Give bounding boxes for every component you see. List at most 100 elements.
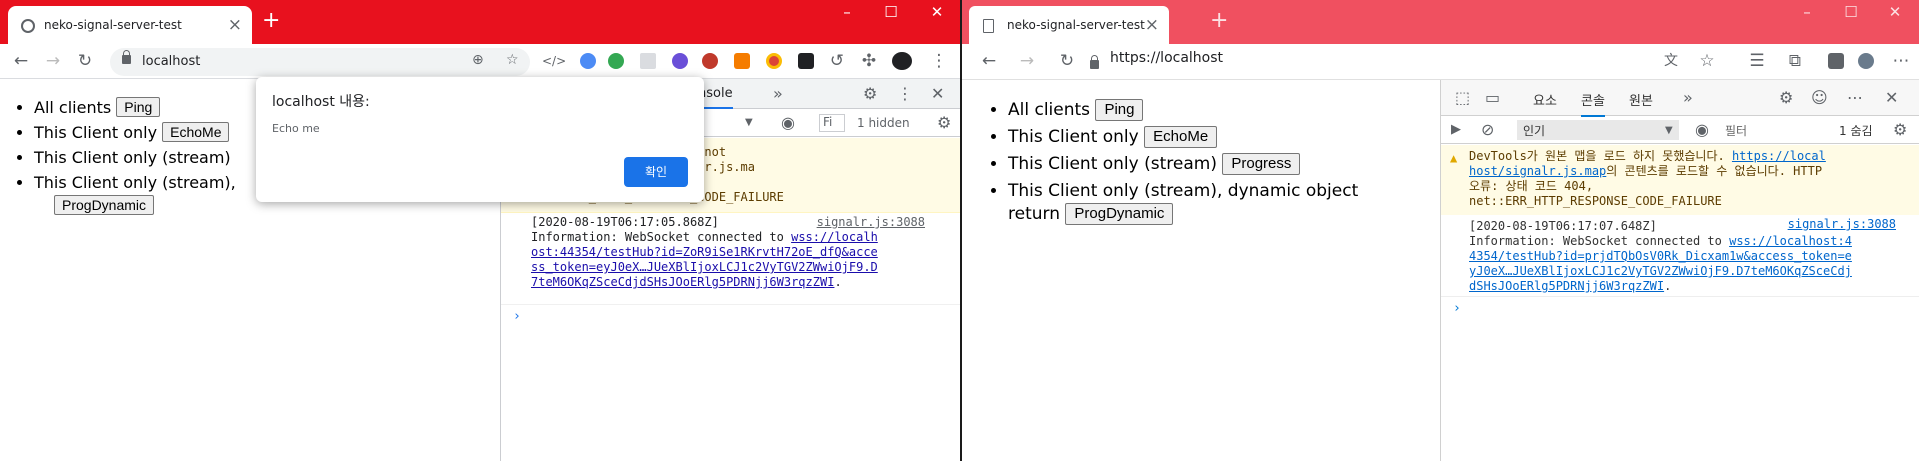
menu-dots-icon[interactable]: ⋯ bbox=[1847, 89, 1863, 107]
console-messages: ▲ DevTools가 원본 맵을 로드 하지 못했습니다. https://lo… bbox=[1441, 145, 1919, 320]
edge-window: neko-signal-server-test × + – ☐ ✕ ← → ↻ … bbox=[962, 0, 1919, 461]
forward-icon[interactable]: → bbox=[42, 50, 64, 72]
progdynamic-button[interactable]: ProgDynamic bbox=[54, 195, 155, 215]
maximize-button[interactable]: ☐ bbox=[876, 2, 906, 22]
log-source-link[interactable]: signalr.js:3088 bbox=[817, 215, 925, 230]
bookmark-star-icon[interactable]: ☆ bbox=[506, 52, 519, 68]
maximize-button[interactable]: ☐ bbox=[1836, 2, 1866, 22]
back-icon[interactable]: ← bbox=[978, 50, 1000, 72]
console-prompt[interactable]: › bbox=[1441, 297, 1919, 320]
close-window-button[interactable]: ✕ bbox=[922, 2, 952, 22]
list-item: This Client only (stream) Progress bbox=[1008, 153, 1388, 176]
translate-icon[interactable]: ⽂ bbox=[1660, 50, 1682, 72]
progdynamic-button[interactable]: ProgDynamic bbox=[1065, 203, 1174, 225]
close-tab-icon[interactable]: × bbox=[1145, 15, 1159, 35]
close-tab-icon[interactable]: × bbox=[228, 15, 242, 35]
github-icon[interactable] bbox=[798, 53, 814, 69]
url-text[interactable]: https://localhost bbox=[1110, 50, 1223, 66]
gear-icon[interactable]: ⚙ bbox=[937, 114, 951, 132]
minimize-button[interactable]: – bbox=[832, 2, 862, 22]
forward-icon[interactable]: → bbox=[1016, 50, 1038, 72]
log-level-select[interactable]: 인기 bbox=[1517, 120, 1679, 140]
chrome-tab-strip: neko-signal-server-test × + – ☐ ✕ bbox=[0, 0, 960, 44]
close-icon[interactable]: ✕ bbox=[931, 85, 944, 103]
tab-sources[interactable]: 원본 bbox=[1629, 90, 1653, 109]
ping-button[interactable]: Ping bbox=[116, 97, 161, 117]
collections-icon[interactable]: ⧉ bbox=[1784, 50, 1806, 72]
extension-icon[interactable] bbox=[608, 53, 624, 69]
feedback-icon[interactable]: ☺ bbox=[1811, 89, 1828, 107]
warning-text: DevTools가 원본 맵을 로드 하지 못했습니다. bbox=[1469, 149, 1732, 163]
tab-console[interactable]: 콘솔 bbox=[1581, 90, 1605, 117]
clear-console-icon[interactable]: ⊘ bbox=[1481, 121, 1494, 139]
reload-icon[interactable]: ↻ bbox=[74, 50, 96, 72]
list-item: This Client only (stream), bbox=[34, 172, 236, 197]
console-warning: ▲ DevTools가 원본 맵을 로드 하지 못했습니다. https://lo… bbox=[1441, 145, 1919, 215]
back-icon[interactable]: ← bbox=[10, 50, 32, 72]
zoom-icon[interactable]: ⊕ bbox=[472, 52, 484, 68]
more-tabs-icon[interactable]: » bbox=[773, 85, 783, 103]
tab-title: neko-signal-server-test bbox=[1007, 18, 1145, 32]
console-prompt[interactable]: › bbox=[501, 305, 960, 328]
minimize-button[interactable]: – bbox=[1792, 2, 1822, 22]
item-label: This Client only bbox=[34, 123, 158, 142]
browser-tab[interactable]: neko-signal-server-test × bbox=[8, 6, 252, 44]
dialog-ok-button[interactable]: 확인 bbox=[624, 157, 688, 187]
more-tabs-icon[interactable]: » bbox=[1683, 89, 1693, 107]
log-source-link[interactable]: signalr.js:3088 bbox=[1788, 217, 1896, 232]
dialog-message: Echo me bbox=[272, 122, 320, 135]
gear-icon[interactable]: ⚙ bbox=[1779, 89, 1793, 107]
tab-elements[interactable]: 요소 bbox=[1533, 90, 1557, 109]
list-item: All clients Ping bbox=[1008, 99, 1388, 122]
echome-button[interactable]: EchoMe bbox=[162, 122, 230, 142]
extension-icon[interactable] bbox=[702, 53, 718, 69]
close-icon[interactable]: ✕ bbox=[1885, 89, 1898, 107]
favorites-list-icon[interactable]: ☰ bbox=[1746, 50, 1768, 72]
extension-icon[interactable] bbox=[640, 53, 656, 69]
puzzle-icon[interactable]: ✣ bbox=[858, 50, 880, 72]
extension-icon[interactable] bbox=[1828, 53, 1844, 69]
ping-button[interactable]: Ping bbox=[1095, 99, 1144, 121]
menu-kebab-icon[interactable]: ⋮ bbox=[897, 85, 913, 103]
close-window-button[interactable]: ✕ bbox=[1880, 2, 1910, 22]
chevron-down-icon[interactable]: ▼ bbox=[745, 114, 753, 132]
menu-kebab-icon[interactable]: ⋮ bbox=[928, 50, 950, 72]
inspect-icon[interactable]: ⬚ bbox=[1455, 89, 1470, 107]
profile-avatar[interactable] bbox=[1858, 53, 1874, 69]
device-toolbar-icon[interactable]: ▭ bbox=[1485, 89, 1500, 107]
profile-avatar[interactable] bbox=[892, 52, 912, 70]
history-icon[interactable]: ↺ bbox=[826, 50, 848, 72]
code-extension-icon[interactable]: </> bbox=[542, 50, 566, 72]
console-info: [2020-08-19T06:17:05.868Z] signalr.js:308… bbox=[501, 213, 960, 305]
dialog-title: localhost 내용: bbox=[272, 94, 370, 110]
filter-input[interactable]: 필터 bbox=[1725, 122, 1747, 139]
item-label: This Client only bbox=[1008, 127, 1139, 147]
browser-tab[interactable]: neko-signal-server-test × bbox=[969, 6, 1169, 44]
favorite-star-icon[interactable]: ☆ bbox=[1696, 50, 1718, 72]
eye-icon[interactable]: ◉ bbox=[781, 114, 795, 132]
page-content: All clients Ping This Client only EchoMe… bbox=[962, 80, 1440, 461]
lock-icon bbox=[122, 50, 131, 64]
echome-button[interactable]: EchoMe bbox=[1144, 126, 1218, 148]
log-timestamp: [2020-08-19T06:17:07.648Z] bbox=[1469, 219, 1657, 233]
list-item: This Client only (stream), dynamic objec… bbox=[1008, 180, 1388, 226]
hidden-count: 1 hidden bbox=[857, 116, 910, 130]
eye-icon[interactable]: ◉ bbox=[1695, 121, 1709, 139]
gear-icon[interactable]: ⚙ bbox=[1893, 121, 1907, 139]
list-item: This Client only (stream) bbox=[34, 147, 236, 172]
progress-button[interactable]: Progress bbox=[1222, 153, 1301, 175]
new-tab-button[interactable]: + bbox=[1210, 9, 1228, 33]
extension-icon[interactable] bbox=[766, 53, 782, 69]
reload-icon[interactable]: ↻ bbox=[1056, 50, 1078, 72]
new-tab-button[interactable]: + bbox=[262, 9, 280, 33]
menu-dots-icon[interactable]: ⋯ bbox=[1890, 50, 1912, 72]
address-bar[interactable]: localhost ⊕ ☆ bbox=[110, 48, 530, 76]
extension-icon[interactable] bbox=[580, 53, 596, 69]
extension-icon[interactable] bbox=[672, 53, 688, 69]
filter-input[interactable]: Fi bbox=[819, 114, 845, 132]
devtools-panel: ⬚ ▭ 요소 콘솔 원본 » ⚙ ☺ ⋯ ✕ ▶ ⊘ 인기 ▼ ◉ 필터 1 숨… bbox=[1440, 80, 1919, 461]
chevron-down-icon[interactable]: ▼ bbox=[1665, 122, 1673, 140]
extension-icon[interactable] bbox=[734, 53, 750, 69]
sidebar-toggle-icon[interactable]: ▶ bbox=[1451, 121, 1461, 139]
gear-icon[interactable]: ⚙ bbox=[863, 85, 877, 103]
